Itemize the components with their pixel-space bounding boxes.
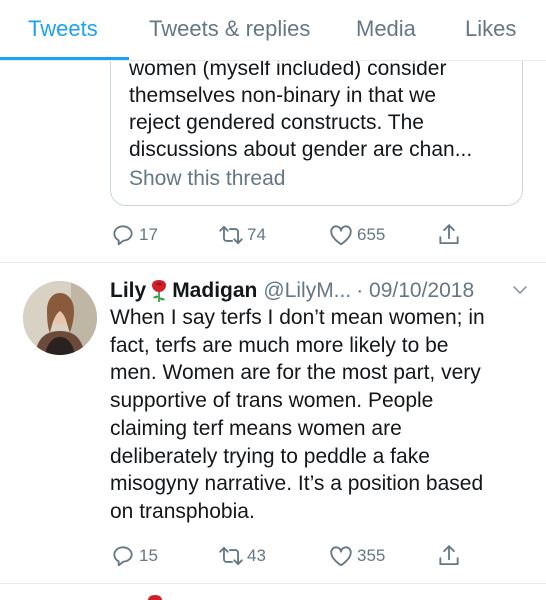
like-button[interactable]: 355 [328,541,385,571]
retweet-icon [219,546,243,566]
retweet-count: 43 [247,546,266,565]
reply-count: 15 [139,546,158,565]
avatar[interactable] [23,281,97,355]
active-tab-indicator [0,57,129,60]
profile-tab-bar: Tweets Tweets & replies Media Likes [0,0,546,61]
tab-likes[interactable]: Likes [465,0,516,58]
display-name-first[interactable]: Lily [110,279,146,303]
tweet-line: fact, terfs are much more likely to be [110,333,449,357]
quoted-line: themselves non-binary in that we [129,84,436,107]
tweet-date[interactable]: · 09/10/2018 [356,279,474,303]
retweet-icon [219,225,243,245]
tab-tweets-and-replies[interactable]: Tweets & replies [149,0,310,58]
quoted-line: reject gendered constructs. The [129,111,424,134]
share-icon [439,224,459,245]
quoted-line: discussions about gender are chan... [129,138,473,161]
share-button[interactable] [436,541,462,571]
tweet-line: on transphobia. [110,499,255,523]
like-count: 655 [357,225,386,244]
share-icon [439,545,459,566]
like-icon [330,546,352,567]
quoted-tweet-text: women (myself included) consider themsel… [129,55,519,163]
tweet-line: deliberately trying to peddle a fake [110,444,430,468]
tweet-body: When I say terfs I don’t mean women; in … [110,304,530,526]
like-icon [330,225,352,246]
reply-icon [113,225,133,246]
tweet-actions: 17 74 655 [110,220,530,250]
user-handle[interactable]: @LilyM... [263,279,351,303]
like-count: 355 [357,546,386,565]
tweet-line: claiming terf means women are [110,416,402,440]
reply-icon [113,546,133,567]
tweet-line: men. Women are for the most part, very [110,361,481,385]
avatar-photo-icon [23,281,97,355]
tweet-actions: 15 43 355 [110,541,530,571]
tweet-line: misogyny narrative. It’s a position base… [110,472,484,496]
tab-media[interactable]: Media [356,0,416,58]
retweet-button[interactable]: 43 [218,541,266,571]
tweet-divider [0,262,546,263]
retweet-count: 74 [247,225,266,244]
retweet-button[interactable]: 74 [218,220,266,250]
tweet-line: When I say terfs I don’t mean women; in [110,306,485,329]
tweet-header: Lily Madigan @LilyM... · 09/10/2018 [110,276,530,306]
chevron-down-icon[interactable] [510,280,530,300]
rose-emoji-icon [152,280,167,302]
reply-count: 17 [139,225,158,244]
tab-tweets[interactable]: Tweets [28,0,98,58]
display-name-last[interactable]: Madigan [172,279,257,303]
like-button[interactable]: 655 [328,220,385,250]
tweet-divider [0,583,546,584]
tweet-line: supportive of trans women. People [110,389,434,413]
show-thread-link[interactable]: Show this thread [129,167,285,191]
reply-button[interactable]: 15 [110,541,158,571]
reply-button[interactable]: 17 [110,220,158,250]
rose-emoji-icon [148,595,162,600]
share-button[interactable] [436,220,462,250]
